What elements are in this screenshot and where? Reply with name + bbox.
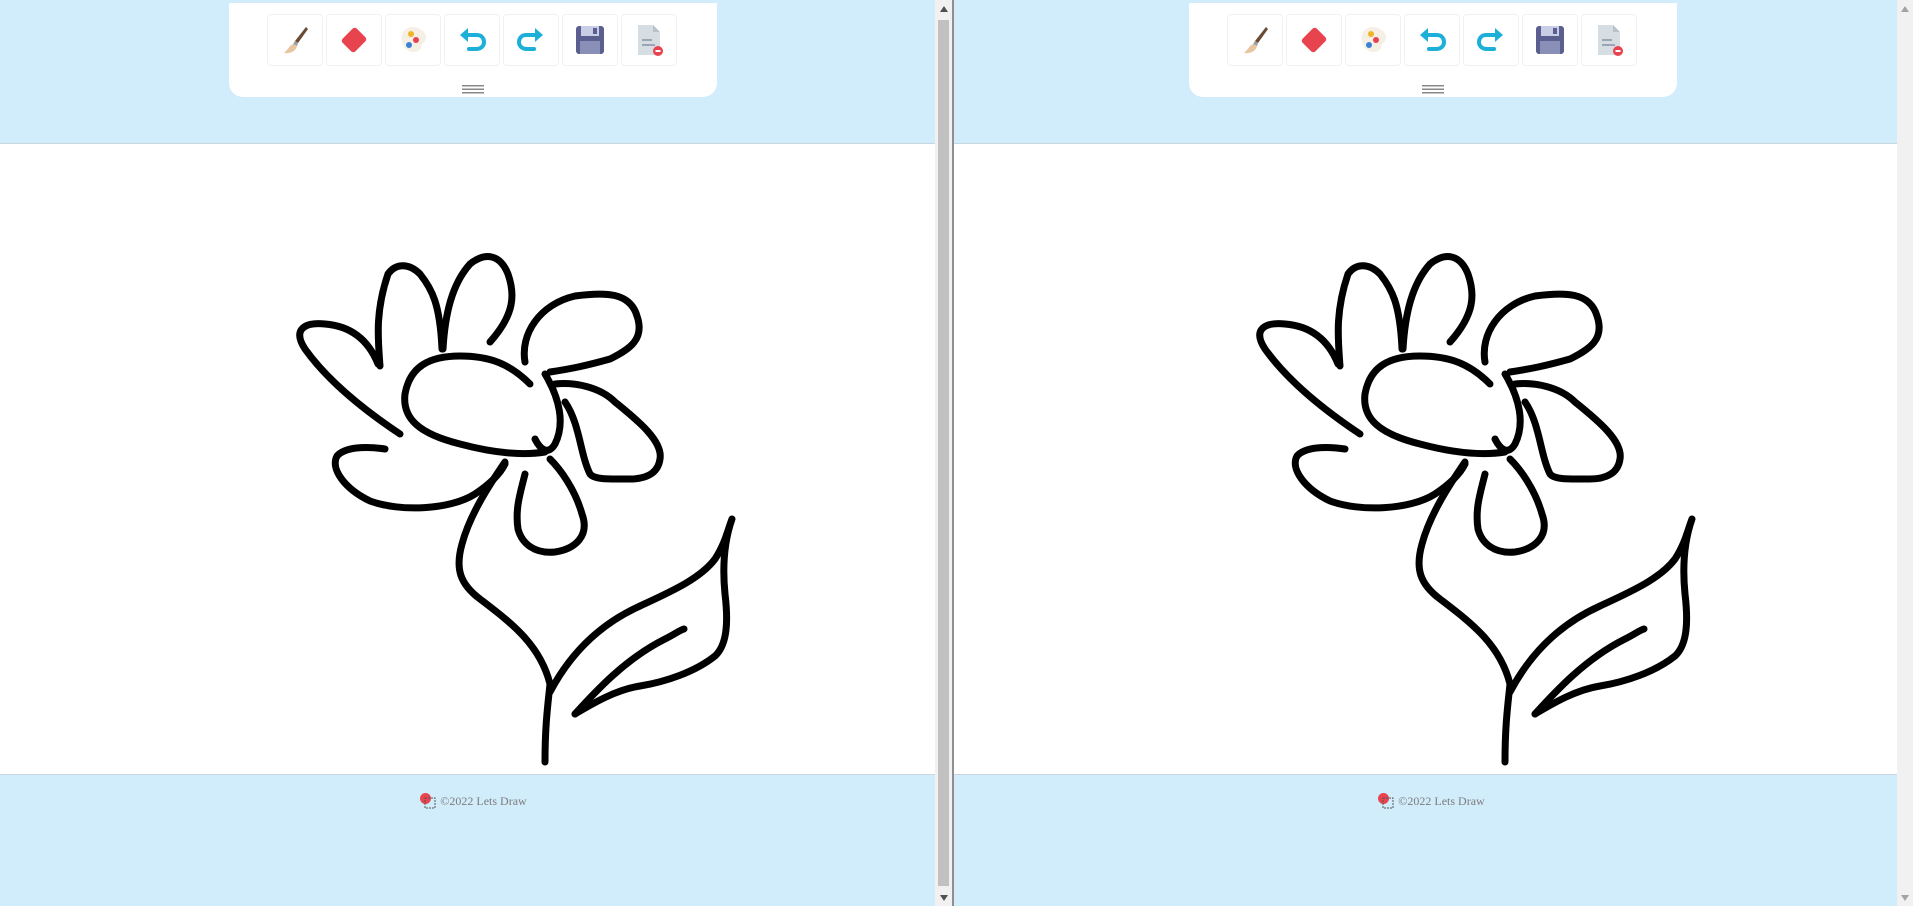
scroll-down-arrow-icon[interactable] bbox=[1897, 889, 1913, 906]
drawing-canvas[interactable] bbox=[954, 143, 1897, 775]
undo-icon bbox=[1420, 28, 1447, 51]
color-palette-icon bbox=[401, 27, 427, 52]
tool-buttons bbox=[267, 14, 677, 66]
clear-document-icon bbox=[638, 25, 663, 56]
eraser-tool-button[interactable] bbox=[1286, 14, 1342, 66]
clear-document-icon bbox=[1598, 25, 1623, 56]
eraser-icon bbox=[1301, 27, 1327, 53]
lets-draw-logo-icon bbox=[420, 793, 436, 809]
save-button[interactable] bbox=[1522, 14, 1578, 66]
color-palette-icon bbox=[1361, 27, 1387, 52]
eraser-tool-button[interactable] bbox=[326, 14, 382, 66]
redo-button[interactable] bbox=[1463, 14, 1519, 66]
footer: ©2022 Lets Draw bbox=[0, 792, 935, 810]
left-vertical-scrollbar[interactable] bbox=[935, 0, 952, 906]
brush-tool-button[interactable] bbox=[1227, 14, 1283, 66]
paintbrush-icon bbox=[1244, 27, 1268, 54]
palette-tool-button[interactable] bbox=[1345, 14, 1401, 66]
scroll-down-arrow-icon[interactable] bbox=[935, 889, 952, 906]
undo-button[interactable] bbox=[1404, 14, 1460, 66]
floppy-save-icon bbox=[1536, 26, 1564, 54]
paintbrush-icon bbox=[284, 27, 308, 54]
flower-drawing bbox=[1256, 253, 1696, 766]
copyright-text: ©2022 Lets Draw bbox=[1398, 793, 1485, 808]
redo-icon bbox=[1476, 28, 1503, 51]
eraser-icon bbox=[341, 27, 367, 53]
redo-button[interactable] bbox=[503, 14, 559, 66]
clear-canvas-button[interactable] bbox=[1581, 14, 1637, 66]
drawing-app-right: ©2022 Lets Draw bbox=[954, 0, 1897, 906]
right-vertical-scrollbar[interactable] bbox=[1897, 0, 1913, 906]
save-button[interactable] bbox=[562, 14, 618, 66]
scroll-up-arrow-icon[interactable] bbox=[1897, 0, 1913, 17]
undo-icon bbox=[460, 28, 487, 51]
drag-handle-icon[interactable] bbox=[462, 84, 484, 94]
tool-buttons bbox=[1227, 14, 1637, 66]
copyright-text: ©2022 Lets Draw bbox=[440, 793, 527, 808]
drawing-app-left: ©2022 Lets Draw bbox=[0, 0, 935, 906]
scroll-thumb[interactable] bbox=[938, 20, 949, 886]
toolbar bbox=[229, 3, 717, 97]
footer: ©2022 Lets Draw bbox=[954, 792, 1897, 810]
lets-draw-logo-icon bbox=[1378, 793, 1394, 809]
palette-tool-button[interactable] bbox=[385, 14, 441, 66]
drawing-canvas[interactable] bbox=[0, 143, 935, 775]
scroll-up-arrow-icon[interactable] bbox=[935, 0, 952, 17]
floppy-save-icon bbox=[576, 26, 604, 54]
brush-tool-button[interactable] bbox=[267, 14, 323, 66]
redo-icon bbox=[516, 28, 543, 51]
flower-drawing bbox=[296, 253, 736, 766]
clear-canvas-button[interactable] bbox=[621, 14, 677, 66]
toolbar bbox=[1189, 3, 1677, 97]
undo-button[interactable] bbox=[444, 14, 500, 66]
drag-handle-icon[interactable] bbox=[1422, 84, 1444, 94]
